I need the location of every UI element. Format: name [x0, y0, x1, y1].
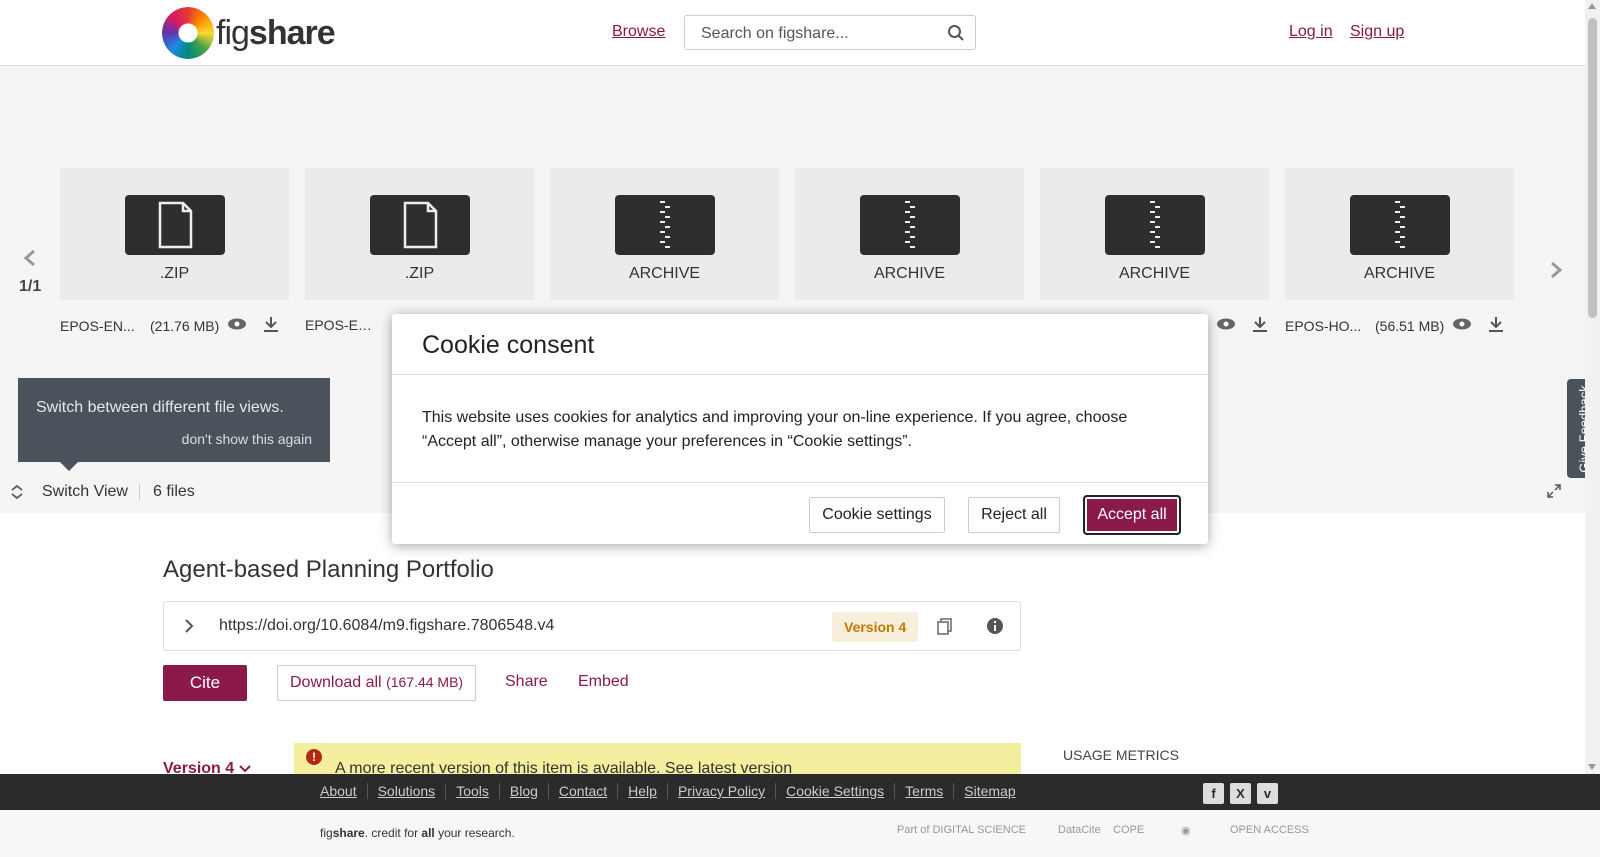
divider [392, 482, 1208, 483]
cookie-title: Cookie consent [422, 331, 595, 359]
divider [392, 374, 1208, 375]
modal-backdrop: Cookie consent This website uses cookies… [0, 0, 1600, 857]
cookie-settings-button[interactable]: Cookie settings [809, 497, 945, 533]
cookie-consent-dialog: Cookie consent This website uses cookies… [392, 314, 1208, 544]
accept-all-button[interactable]: Accept all [1083, 495, 1181, 535]
cookie-body: This website uses cookies for analytics … [422, 409, 1128, 450]
reject-all-button[interactable]: Reject all [968, 497, 1060, 533]
